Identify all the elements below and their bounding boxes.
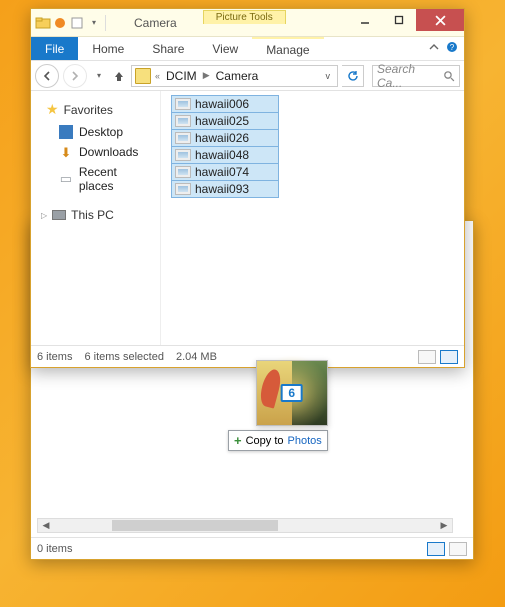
qat-dropdown-icon[interactable]: ▾ bbox=[86, 15, 102, 31]
drop-tooltip: + Copy to Photos bbox=[228, 430, 328, 451]
nav-item-label: Recent places bbox=[79, 165, 154, 193]
file-name: hawaii006 bbox=[195, 97, 249, 111]
refresh-button[interactable] bbox=[342, 65, 364, 87]
image-thumb-icon bbox=[175, 166, 191, 178]
qat-icon-2[interactable] bbox=[69, 15, 85, 31]
nav-up-button[interactable] bbox=[111, 68, 127, 84]
file-name: hawaii025 bbox=[195, 114, 249, 128]
window-explorer-camera[interactable]: ▾ Camera Picture Tools File Home Share V… bbox=[30, 8, 465, 368]
help-icon[interactable]: ? bbox=[446, 41, 458, 56]
qat: ▾ bbox=[31, 9, 112, 36]
nav-group-favorites[interactable]: ★ Favorites bbox=[31, 97, 160, 122]
view-details-button[interactable] bbox=[418, 350, 436, 364]
drop-tooltip-target: Photos bbox=[288, 435, 322, 447]
recent-icon: ▭ bbox=[59, 172, 73, 186]
image-thumb-icon bbox=[175, 115, 191, 127]
contextual-tab-group: Picture Tools bbox=[203, 9, 286, 36]
close-button[interactable] bbox=[416, 9, 464, 31]
file-item[interactable]: hawaii025 bbox=[171, 112, 279, 130]
nav-label-favorites: Favorites bbox=[64, 103, 113, 117]
maximize-button[interactable] bbox=[382, 9, 416, 31]
file-item[interactable]: hawaii074 bbox=[171, 163, 279, 181]
file-list-area[interactable]: hawaii006 hawaii025 hawaii026 hawaii048 … bbox=[161, 91, 464, 345]
file-list: hawaii006 hawaii025 hawaii026 hawaii048 … bbox=[171, 95, 279, 197]
address-bar[interactable]: « DCIM ▶ Camera v bbox=[131, 65, 338, 87]
tab-share[interactable]: Share bbox=[138, 37, 198, 60]
file-name: hawaii074 bbox=[195, 165, 249, 179]
qat-icon-1[interactable] bbox=[52, 15, 68, 31]
status-bar: 0 items bbox=[31, 537, 473, 559]
search-input[interactable]: Search Ca... bbox=[372, 65, 460, 87]
copy-plus-icon: + bbox=[234, 433, 242, 448]
title-bar[interactable]: ▾ Camera Picture Tools bbox=[31, 9, 464, 37]
file-name: hawaii048 bbox=[195, 148, 249, 162]
search-placeholder: Search Ca... bbox=[377, 62, 443, 90]
window-title: Camera bbox=[112, 9, 199, 36]
image-thumb-icon bbox=[175, 132, 191, 144]
star-icon: ★ bbox=[46, 101, 59, 118]
file-item[interactable]: hawaii006 bbox=[171, 95, 279, 113]
tab-home[interactable]: Home bbox=[78, 37, 138, 60]
image-thumb-icon bbox=[175, 183, 191, 195]
drag-preview: 6 + Copy to Photos bbox=[228, 360, 328, 451]
status-count: 6 items bbox=[37, 351, 72, 363]
nav-item-desktop[interactable]: Desktop bbox=[31, 122, 160, 142]
contextual-tab-header: Picture Tools bbox=[203, 10, 286, 24]
pc-icon bbox=[52, 210, 66, 220]
nav-group-thispc[interactable]: ▷ This PC bbox=[31, 204, 160, 226]
folder-icon bbox=[35, 15, 51, 31]
folder-icon bbox=[135, 68, 151, 84]
downloads-icon: ⬇ bbox=[59, 145, 73, 159]
nav-item-downloads[interactable]: ⬇ Downloads bbox=[31, 142, 160, 162]
chevron-right-icon[interactable]: ▶ bbox=[201, 70, 212, 81]
file-item[interactable]: hawaii093 bbox=[171, 180, 279, 198]
horizontal-scrollbar[interactable]: ◀ ▶ bbox=[37, 518, 453, 533]
address-toolbar: ▾ « DCIM ▶ Camera v Search Ca... bbox=[31, 61, 464, 91]
view-large-icons-button[interactable] bbox=[440, 350, 458, 364]
file-name: hawaii026 bbox=[195, 131, 249, 145]
address-dropdown-icon[interactable]: v bbox=[322, 71, 335, 81]
nav-item-recent-places[interactable]: ▭ Recent places bbox=[31, 162, 160, 196]
ribbon-expand-icon[interactable] bbox=[428, 41, 440, 56]
file-item[interactable]: hawaii048 bbox=[171, 146, 279, 164]
scroll-left-icon[interactable]: ◀ bbox=[38, 519, 54, 532]
chevron-right-icon: ▷ bbox=[41, 211, 47, 220]
file-item[interactable]: hawaii026 bbox=[171, 129, 279, 147]
search-icon bbox=[443, 70, 455, 82]
status-size: 2.04 MB bbox=[176, 351, 217, 363]
tab-manage[interactable]: Manage bbox=[252, 37, 323, 60]
nav-item-label: Downloads bbox=[79, 145, 138, 159]
minimize-button[interactable] bbox=[348, 9, 382, 31]
file-name: hawaii093 bbox=[195, 182, 249, 196]
drag-count-badge: 6 bbox=[280, 384, 303, 402]
ribbon: File Home Share View Manage ? bbox=[31, 37, 464, 61]
breadcrumb-dcim[interactable]: DCIM bbox=[164, 69, 199, 83]
drag-thumbnail-stack: 6 bbox=[256, 360, 328, 426]
view-large-icons-button[interactable] bbox=[427, 542, 445, 556]
drop-tooltip-prefix: Copy to bbox=[246, 435, 284, 447]
image-thumb-icon bbox=[175, 149, 191, 161]
nav-back-button[interactable] bbox=[35, 64, 59, 88]
nav-forward-button[interactable] bbox=[63, 64, 87, 88]
image-thumb-icon bbox=[175, 98, 191, 110]
view-details-button[interactable] bbox=[449, 542, 467, 556]
nav-item-label: Desktop bbox=[79, 125, 123, 139]
scroll-right-icon[interactable]: ▶ bbox=[436, 519, 452, 532]
desktop-icon bbox=[59, 125, 73, 139]
nav-label-thispc: This PC bbox=[71, 208, 114, 222]
status-selected: 6 items selected bbox=[84, 351, 163, 363]
tab-view[interactable]: View bbox=[198, 37, 252, 60]
breadcrumb-camera[interactable]: Camera bbox=[214, 69, 261, 83]
nav-history-dropdown[interactable]: ▾ bbox=[91, 68, 107, 84]
navigation-pane[interactable]: ★ Favorites Desktop ⬇ Downloads ▭ Recent… bbox=[31, 91, 161, 345]
tab-file[interactable]: File bbox=[31, 37, 78, 60]
svg-text:?: ? bbox=[450, 43, 455, 52]
breadcrumb-overflow[interactable]: « bbox=[153, 71, 162, 81]
scroll-thumb[interactable] bbox=[112, 520, 278, 530]
separator bbox=[105, 15, 106, 31]
status-count: 0 items bbox=[37, 543, 72, 555]
